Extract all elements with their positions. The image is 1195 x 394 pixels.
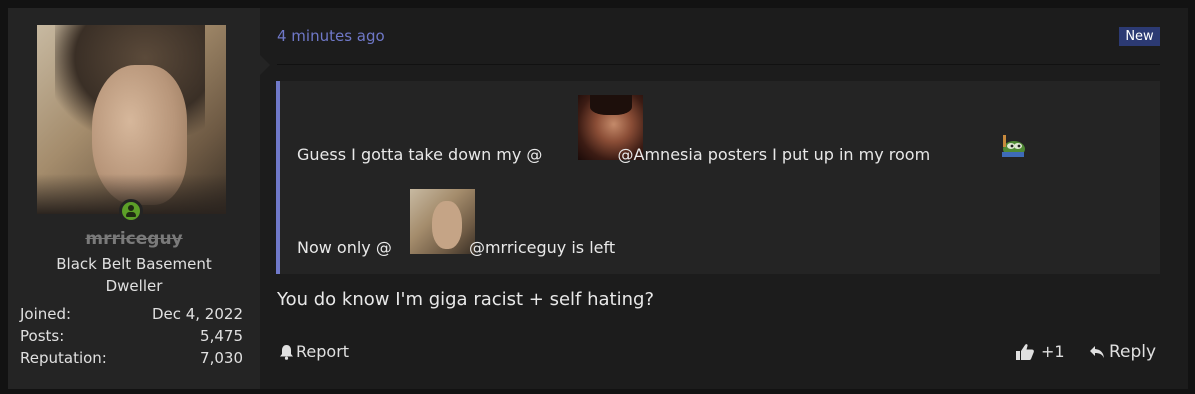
user-title: Black Belt Basement Dweller — [28, 253, 240, 297]
quote-text: Now only @ — [297, 238, 392, 257]
quote-block: Guess I gotta take down my @ @Amnesia po… — [276, 81, 1160, 274]
post-message: You do know I'm giga racist + self hatin… — [277, 289, 654, 310]
stat-label: Posts: — [20, 327, 65, 345]
stat-value: 7,030 — [200, 349, 243, 367]
mention-amnesia[interactable]: @Amnesia posters I put up in my room — [612, 145, 931, 164]
quote-line-1: Guess I gotta take down my @ @Amnesia po… — [297, 145, 930, 164]
stat-label: Joined: — [20, 305, 72, 323]
reply-label: Reply — [1109, 342, 1157, 362]
header-divider — [277, 64, 1160, 65]
post-timestamp[interactable]: 4 minutes ago — [277, 27, 385, 45]
quote-text: Guess I gotta take down my @ — [297, 145, 543, 164]
sidebar-arrow — [260, 55, 270, 75]
stat-posts: Posts: 5,475 — [20, 325, 243, 347]
user-avatar[interactable] — [37, 25, 226, 214]
post: mrriceguy Black Belt Basement Dweller Jo… — [8, 8, 1188, 389]
like-count: +1 — [1041, 342, 1065, 361]
user-title-line1: Black Belt Basement — [56, 255, 212, 273]
user-online-icon — [119, 199, 143, 223]
username[interactable]: mrriceguy — [8, 229, 260, 249]
new-badge: New — [1119, 27, 1160, 46]
stat-value: Dec 4, 2022 — [151, 305, 243, 323]
mention-mrriceguy[interactable]: @mrriceguy is left — [464, 238, 615, 257]
stat-value: 5,475 — [200, 327, 243, 345]
like-button[interactable]: +1 — [1015, 342, 1065, 361]
report-button[interactable]: Report — [279, 342, 349, 361]
reply-button[interactable]: Reply — [1089, 342, 1156, 362]
stat-label: Reputation: — [20, 349, 107, 367]
stat-joined: Joined: Dec 4, 2022 — [20, 303, 243, 325]
quote-line-2: Now only @ @mrriceguy is left — [297, 238, 615, 257]
user-stats: Joined: Dec 4, 2022 Posts: 5,475 Reputat… — [20, 303, 243, 369]
thumbs-up-icon — [1016, 343, 1034, 360]
user-sidebar: mrriceguy Black Belt Basement Dweller Jo… — [8, 8, 260, 389]
pepe-emoji-icon — [1002, 135, 1025, 157]
report-label: Report — [296, 342, 350, 361]
reply-arrow-icon — [1090, 346, 1104, 358]
stat-reputation: Reputation: 7,030 — [20, 347, 243, 369]
bell-icon — [280, 344, 293, 360]
user-title-line2: Dweller — [105, 277, 163, 295]
